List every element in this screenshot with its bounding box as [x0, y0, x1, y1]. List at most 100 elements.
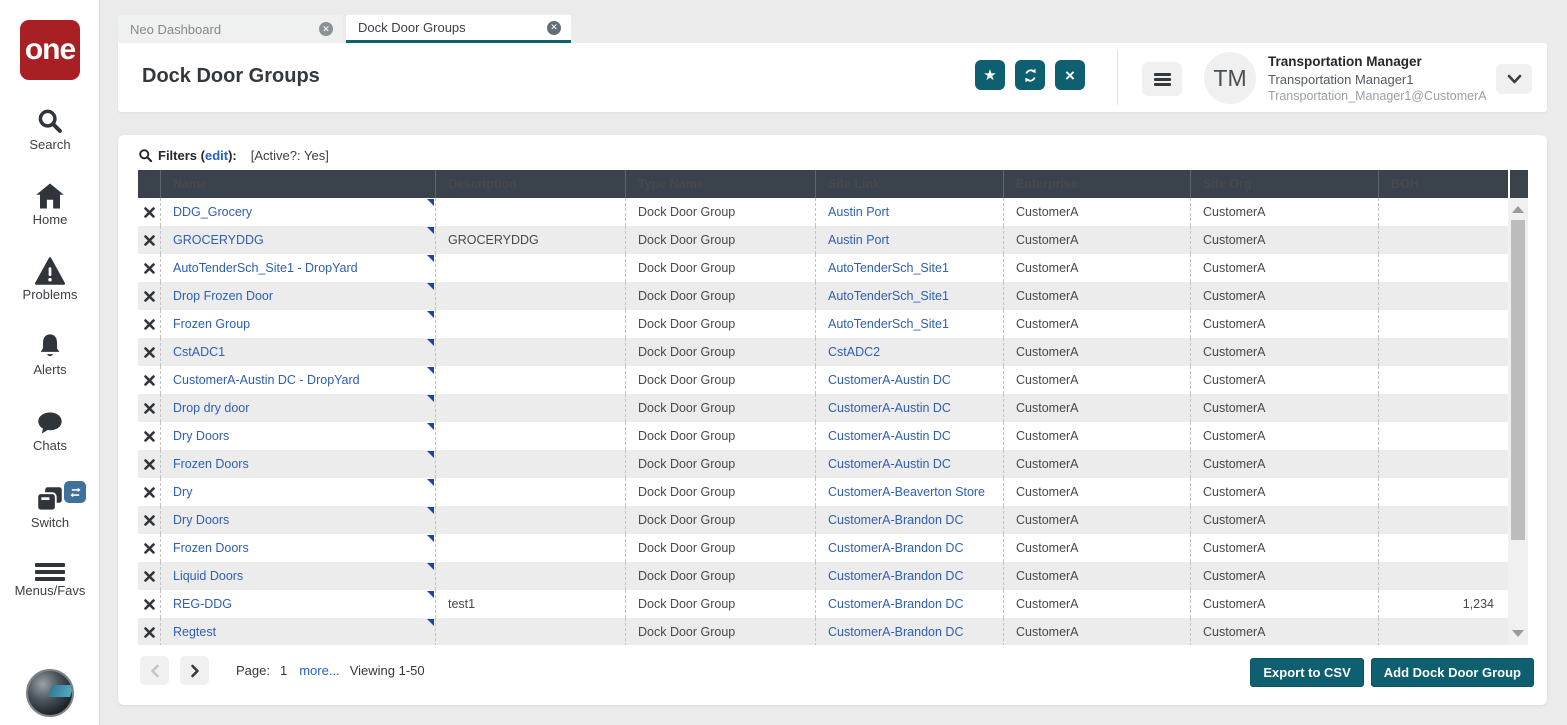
- name-link[interactable]: Dry Doors: [173, 513, 229, 527]
- delete-row-button[interactable]: [138, 618, 160, 645]
- site-link[interactable]: CstADC2: [828, 345, 880, 359]
- table-row[interactable]: Dry Doors Dock Door Group CustomerA-Aust…: [138, 422, 1508, 450]
- tab-neo-dashboard[interactable]: Neo Dashboard ✕: [118, 15, 343, 43]
- column-header-type-name[interactable]: Type Name: [625, 170, 815, 198]
- site-link[interactable]: AutoTenderSch_Site1: [828, 289, 949, 303]
- column-header-site-org[interactable]: Site Org: [1190, 170, 1378, 198]
- delete-row-button[interactable]: [138, 198, 160, 226]
- site-link[interactable]: CustomerA-Austin DC: [828, 457, 951, 471]
- name-link[interactable]: Frozen Doors: [173, 541, 249, 555]
- site-link[interactable]: CustomerA-Beaverton Store: [828, 485, 985, 499]
- export-to-csv-button[interactable]: Export to CSV: [1250, 658, 1363, 687]
- name-link[interactable]: Drop Frozen Door: [173, 289, 273, 303]
- sidebar-item-switch[interactable]: Switch: [0, 485, 100, 530]
- sidebar-item-home[interactable]: Home: [0, 182, 100, 227]
- table-row[interactable]: Liquid Doors Dock Door Group CustomerA-B…: [138, 562, 1508, 590]
- site-link[interactable]: CustomerA-Brandon DC: [828, 569, 963, 583]
- sidebar-item-alerts[interactable]: Alerts: [0, 332, 100, 377]
- more-pages-link[interactable]: more...: [299, 663, 339, 678]
- next-page-button[interactable]: [180, 656, 209, 685]
- table-row[interactable]: Dry Dock Door Group CustomerA-Beaverton …: [138, 478, 1508, 506]
- name-link[interactable]: GROCERYDDG: [173, 233, 264, 247]
- sidebar-item-chats[interactable]: Chats: [0, 410, 100, 453]
- column-header-site-link[interactable]: Site Link: [815, 170, 1003, 198]
- name-link[interactable]: Regtest: [173, 625, 216, 639]
- name-link[interactable]: Dry: [173, 485, 192, 499]
- site-link[interactable]: CustomerA-Austin DC: [828, 401, 951, 415]
- add-dock-door-group-button[interactable]: Add Dock Door Group: [1371, 658, 1534, 687]
- table-scrollbar[interactable]: [1508, 198, 1528, 645]
- name-link[interactable]: DDG_Grocery: [173, 205, 252, 219]
- delete-row-button[interactable]: [138, 254, 160, 282]
- name-link[interactable]: REG-DDG: [173, 597, 232, 611]
- name-link[interactable]: CustomerA-Austin DC - DropYard: [173, 373, 360, 387]
- prev-page-button[interactable]: [140, 656, 169, 685]
- delete-row-button[interactable]: [138, 310, 160, 338]
- table-row[interactable]: Drop dry door Dock Door Group CustomerA-…: [138, 394, 1508, 422]
- column-header-description[interactable]: Description: [435, 170, 625, 198]
- scrollbar-thumb[interactable]: [1511, 220, 1525, 540]
- close-page-button[interactable]: ×: [1055, 60, 1085, 90]
- name-link[interactable]: Frozen Doors: [173, 457, 249, 471]
- one-logo[interactable]: one: [20, 20, 80, 80]
- sidebar-item-problems[interactable]: Problems: [0, 257, 100, 302]
- table-row[interactable]: DDG_Grocery Dock Door Group Austin Port …: [138, 198, 1508, 226]
- site-link[interactable]: AutoTenderSch_Site1: [828, 261, 949, 275]
- user-menu-button[interactable]: [1142, 62, 1182, 96]
- column-header-enterprise[interactable]: Enterprise: [1003, 170, 1190, 198]
- filters-edit-link[interactable]: edit: [205, 148, 228, 163]
- table-row[interactable]: CustomerA-Austin DC - DropYard Dock Door…: [138, 366, 1508, 394]
- delete-row-button[interactable]: [138, 534, 160, 562]
- site-link[interactable]: AutoTenderSch_Site1: [828, 317, 949, 331]
- name-link[interactable]: Drop dry door: [173, 401, 249, 415]
- sidebar-item-menus-favs[interactable]: Menus/Favs: [0, 563, 100, 598]
- table-row[interactable]: Frozen Group Dock Door Group AutoTenderS…: [138, 310, 1508, 338]
- tab-close-icon[interactable]: ✕: [319, 22, 333, 36]
- table-row[interactable]: Drop Frozen Door Dock Door Group AutoTen…: [138, 282, 1508, 310]
- delete-row-button[interactable]: [138, 366, 160, 394]
- column-header-boh[interactable]: BOH: [1378, 170, 1508, 198]
- user-avatar[interactable]: TM: [1204, 52, 1256, 104]
- delete-row-button[interactable]: [138, 562, 160, 590]
- name-link[interactable]: CstADC1: [173, 345, 225, 359]
- scroll-up-arrow[interactable]: [1512, 206, 1524, 213]
- tab-close-icon[interactable]: ✕: [547, 21, 561, 35]
- delete-row-button[interactable]: [138, 422, 160, 450]
- delete-row-button[interactable]: [138, 394, 160, 422]
- delete-row-button[interactable]: [138, 282, 160, 310]
- table-row[interactable]: Frozen Doors Dock Door Group CustomerA-B…: [138, 534, 1508, 562]
- table-row[interactable]: AutoTenderSch_Site1 - DropYard Dock Door…: [138, 254, 1508, 282]
- delete-row-button[interactable]: [138, 590, 160, 618]
- name-link[interactable]: Frozen Group: [173, 317, 250, 331]
- delete-row-button[interactable]: [138, 338, 160, 366]
- user-dropdown-button[interactable]: [1496, 64, 1532, 94]
- favorite-button[interactable]: ★: [975, 60, 1005, 90]
- delete-row-button[interactable]: [138, 506, 160, 534]
- site-link[interactable]: CustomerA-Brandon DC: [828, 625, 963, 639]
- site-link[interactable]: CustomerA-Austin DC: [828, 373, 951, 387]
- table-row[interactable]: REG-DDG test1 Dock Door Group CustomerA-…: [138, 590, 1508, 618]
- column-header-name[interactable]: Name: [160, 170, 435, 198]
- tab-dock-door-groups[interactable]: Dock Door Groups ✕: [346, 15, 571, 43]
- table-row[interactable]: Regtest Dock Door Group CustomerA-Brando…: [138, 618, 1508, 645]
- name-link[interactable]: AutoTenderSch_Site1 - DropYard: [173, 261, 358, 275]
- name-link[interactable]: Liquid Doors: [173, 569, 243, 583]
- scroll-down-arrow[interactable]: [1512, 630, 1524, 637]
- sidebar-item-search[interactable]: Search: [0, 107, 100, 152]
- site-link[interactable]: CustomerA-Austin DC: [828, 429, 951, 443]
- delete-row-button[interactable]: [138, 450, 160, 478]
- delete-row-button[interactable]: [138, 478, 160, 506]
- site-link[interactable]: Austin Port: [828, 205, 889, 219]
- table-row[interactable]: Frozen Doors Dock Door Group CustomerA-A…: [138, 450, 1508, 478]
- site-link[interactable]: CustomerA-Brandon DC: [828, 597, 963, 611]
- delete-row-button[interactable]: [138, 226, 160, 254]
- name-link[interactable]: Dry Doors: [173, 429, 229, 443]
- refresh-button[interactable]: [1015, 60, 1045, 90]
- table-row[interactable]: CstADC1 Dock Door Group CstADC2 Customer…: [138, 338, 1508, 366]
- site-link[interactable]: CustomerA-Brandon DC: [828, 541, 963, 555]
- site-link[interactable]: CustomerA-Brandon DC: [828, 513, 963, 527]
- table-row[interactable]: GROCERYDDG GROCERYDDG Dock Door Group Au…: [138, 226, 1508, 254]
- table-row[interactable]: Dry Doors Dock Door Group CustomerA-Bran…: [138, 506, 1508, 534]
- site-link[interactable]: Austin Port: [828, 233, 889, 247]
- neo-assistant-avatar[interactable]: [26, 669, 74, 717]
